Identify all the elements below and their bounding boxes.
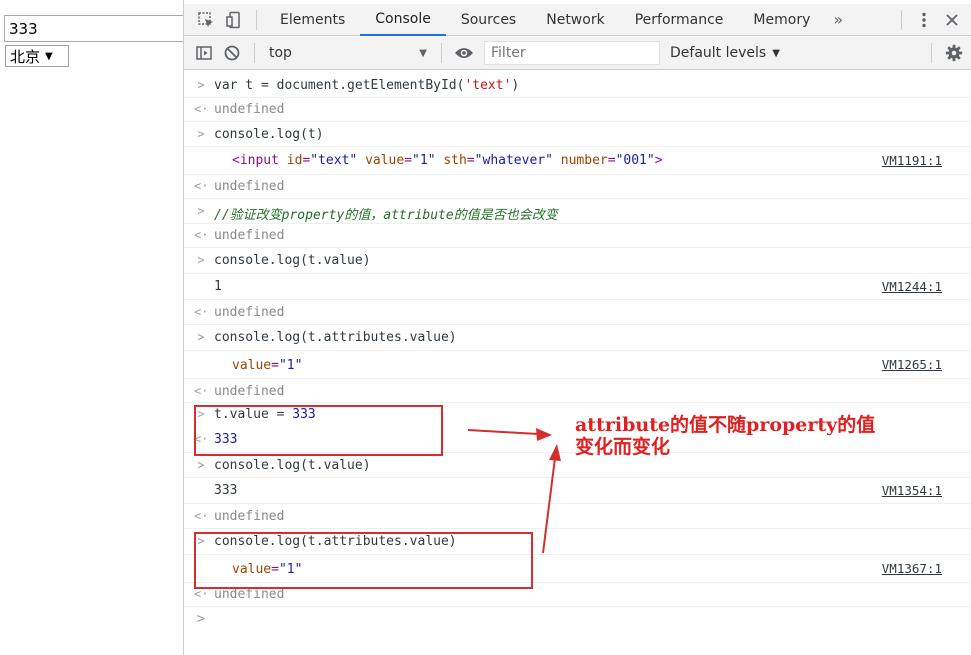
page-area: 北京 ▼ (0, 0, 188, 655)
gear-icon[interactable] (940, 39, 968, 67)
highlight-box-attribute-result (194, 532, 533, 589)
toolbar-divider (254, 43, 255, 63)
console-input-row: > console.log(t.attributes.value) (184, 325, 971, 351)
tab-elements[interactable]: Elements (265, 4, 360, 36)
source-link[interactable]: VM1191:1 (882, 153, 942, 168)
highlight-box-assignment (194, 405, 443, 456)
console-input-row: > var t = document.getElementById('text'… (184, 73, 971, 98)
console-input-row: > console.log(t.value) (184, 248, 971, 274)
result-text: undefined (214, 384, 285, 399)
return-arrow-icon: <· (194, 305, 209, 319)
console-result-row: <· undefined (184, 175, 971, 199)
command-text: console.log(t.value) (214, 253, 371, 268)
toolbar-divider (256, 9, 257, 30)
toolbar-divider (441, 43, 442, 63)
chevron-right-icon: > (197, 204, 205, 218)
source-link[interactable]: VM1354:1 (882, 483, 942, 498)
return-arrow-icon: <· (194, 228, 209, 242)
chevron-down-icon: ▼ (419, 47, 427, 59)
log-text: 1 (214, 279, 222, 294)
live-expression-eye-icon[interactable] (450, 39, 478, 67)
command-text: console.log(t.value) (214, 458, 371, 473)
tab-performance[interactable]: Performance (620, 4, 739, 36)
source-link[interactable]: VM1367:1 (882, 561, 942, 576)
chevron-right-icon: > (197, 458, 205, 472)
result-text: undefined (214, 509, 285, 524)
chevron-right-icon: > (197, 330, 205, 344)
log-text: 333 (214, 483, 238, 498)
annotation-line-1: attribute的值不随property的值 (575, 414, 876, 436)
command-text: console.log(t.attributes.value) (214, 330, 457, 345)
console-log-row: value="1" VM1265:1 (184, 351, 971, 379)
console-input-row: > console.log(t) (184, 122, 971, 147)
annotation-text: attribute的值不随property的值 变化而变化 (575, 414, 875, 458)
result-text: undefined (214, 587, 285, 602)
prompt-chevron-icon: > (196, 611, 206, 627)
console-log-row: 1 VM1244:1 (184, 274, 971, 300)
return-arrow-icon: <· (194, 509, 209, 523)
command-string: 'text' (464, 78, 512, 93)
console-result-row: <· undefined (184, 504, 971, 529)
context-selector-value: top (269, 45, 292, 61)
more-tabs-button[interactable]: » (825, 10, 851, 29)
console-result-row: <· undefined (184, 98, 971, 122)
command-text: var t = document.getElementById( (214, 78, 465, 93)
comment-text: //验证改变property的值，attribute的值是否也会改变 (214, 208, 558, 223)
console-result-row: <· undefined (184, 224, 971, 248)
command-text: console.log(t) (214, 127, 324, 142)
console-prompt[interactable]: > (184, 607, 971, 631)
console-result-row: <· undefined (184, 300, 971, 325)
source-link[interactable]: VM1244:1 (882, 279, 942, 294)
toolbar-divider (931, 43, 932, 63)
return-arrow-icon: <· (194, 384, 209, 398)
kebab-menu-icon[interactable] (910, 6, 938, 34)
context-selector[interactable]: top ▼ (263, 41, 433, 65)
toolbar-divider (901, 9, 902, 30)
city-select-value: 北京 (10, 47, 41, 66)
annotation-line-2: 变化而变化 (575, 436, 671, 458)
result-text: undefined (214, 228, 285, 243)
filter-input[interactable] (484, 41, 660, 65)
text-input[interactable] (4, 15, 188, 42)
result-text: undefined (214, 305, 285, 320)
devtools-tabbar: Elements Console Sources Network Perform… (184, 4, 971, 36)
console-log-row: 333 VM1354:1 (184, 478, 971, 504)
return-arrow-icon: <· (194, 102, 209, 116)
close-icon[interactable] (938, 6, 966, 34)
device-toolbar-icon[interactable] (220, 6, 248, 34)
console-toolbar: top ▼ Default levels ▼ (184, 37, 971, 70)
log-levels-label: Default levels (670, 45, 767, 61)
return-arrow-icon: <· (194, 179, 209, 193)
tab-network[interactable]: Network (531, 4, 619, 36)
inspect-element-icon[interactable] (192, 6, 220, 34)
chevron-down-icon: ▼ (45, 50, 53, 62)
source-link[interactable]: VM1265:1 (882, 357, 942, 372)
attribute-node[interactable]: value="1" (232, 358, 302, 373)
log-levels-dropdown[interactable]: Default levels ▼ (670, 45, 780, 61)
console-input-row: > //验证改变property的值，attribute的值是否也会改变 (184, 199, 971, 224)
city-select[interactable]: 北京 ▼ (5, 45, 69, 67)
chevron-right-icon: > (197, 253, 205, 267)
tab-memory[interactable]: Memory (738, 4, 825, 36)
chevron-down-icon: ▼ (772, 47, 780, 59)
sidebar-toggle-icon[interactable] (190, 39, 218, 67)
tab-console[interactable]: Console (360, 4, 446, 36)
element-node[interactable]: <input id="text" value="1" sth="whatever… (232, 153, 663, 168)
return-arrow-icon: <· (194, 587, 209, 601)
chevron-right-icon: > (197, 127, 205, 141)
console-result-row: <· undefined (184, 379, 971, 403)
tab-sources[interactable]: Sources (446, 4, 531, 36)
command-text: ) (511, 78, 520, 93)
result-text: undefined (214, 179, 285, 194)
console-log-row: <input id="text" value="1" sth="whatever… (184, 147, 971, 175)
result-text: undefined (214, 102, 285, 117)
clear-console-icon[interactable] (218, 39, 246, 67)
chevron-right-icon: > (197, 78, 205, 92)
